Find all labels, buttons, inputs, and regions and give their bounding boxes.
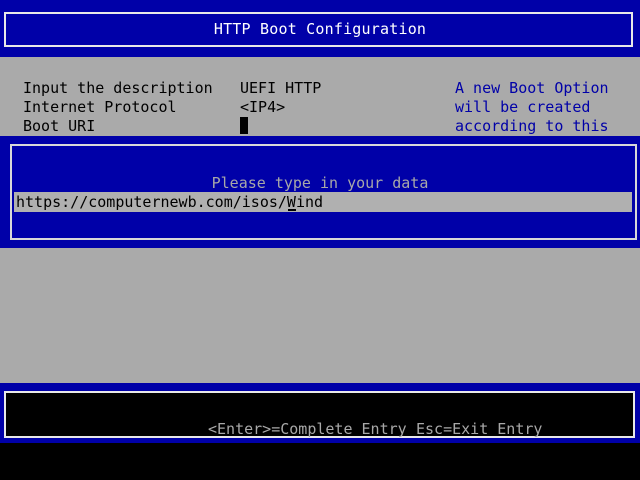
internet-protocol-value[interactable]: <IP4> bbox=[240, 98, 285, 117]
help-text-line-3: according to this bbox=[455, 117, 609, 135]
dialog-prompt: Please type in your data bbox=[211, 174, 429, 192]
boot-uri-label: Boot URI bbox=[23, 117, 96, 135]
boot-uri-field-cursor[interactable] bbox=[240, 117, 248, 134]
help-text-line-1: A new Boot Option bbox=[455, 79, 609, 97]
internet-protocol-label: Internet Protocol bbox=[23, 98, 177, 116]
esc-key-hint: Esc=Exit Entry bbox=[416, 420, 543, 438]
enter-key-hint: <Enter>=Complete Entry bbox=[208, 420, 407, 438]
header-bar: HTTP Boot Configuration bbox=[0, 0, 640, 57]
description-label: Input the description bbox=[23, 79, 213, 97]
footer-bar: <Enter>=Complete Entry Esc=Exit Entry bbox=[0, 383, 640, 443]
input-dialog: Please type in your data bbox=[0, 136, 640, 248]
boot-uri-input[interactable] bbox=[14, 192, 632, 212]
page-title: HTTP Boot Configuration bbox=[213, 20, 427, 38]
help-text-line-2: will be created bbox=[455, 98, 591, 116]
description-value[interactable]: UEFI HTTP bbox=[240, 79, 321, 98]
text-cursor bbox=[288, 209, 296, 211]
